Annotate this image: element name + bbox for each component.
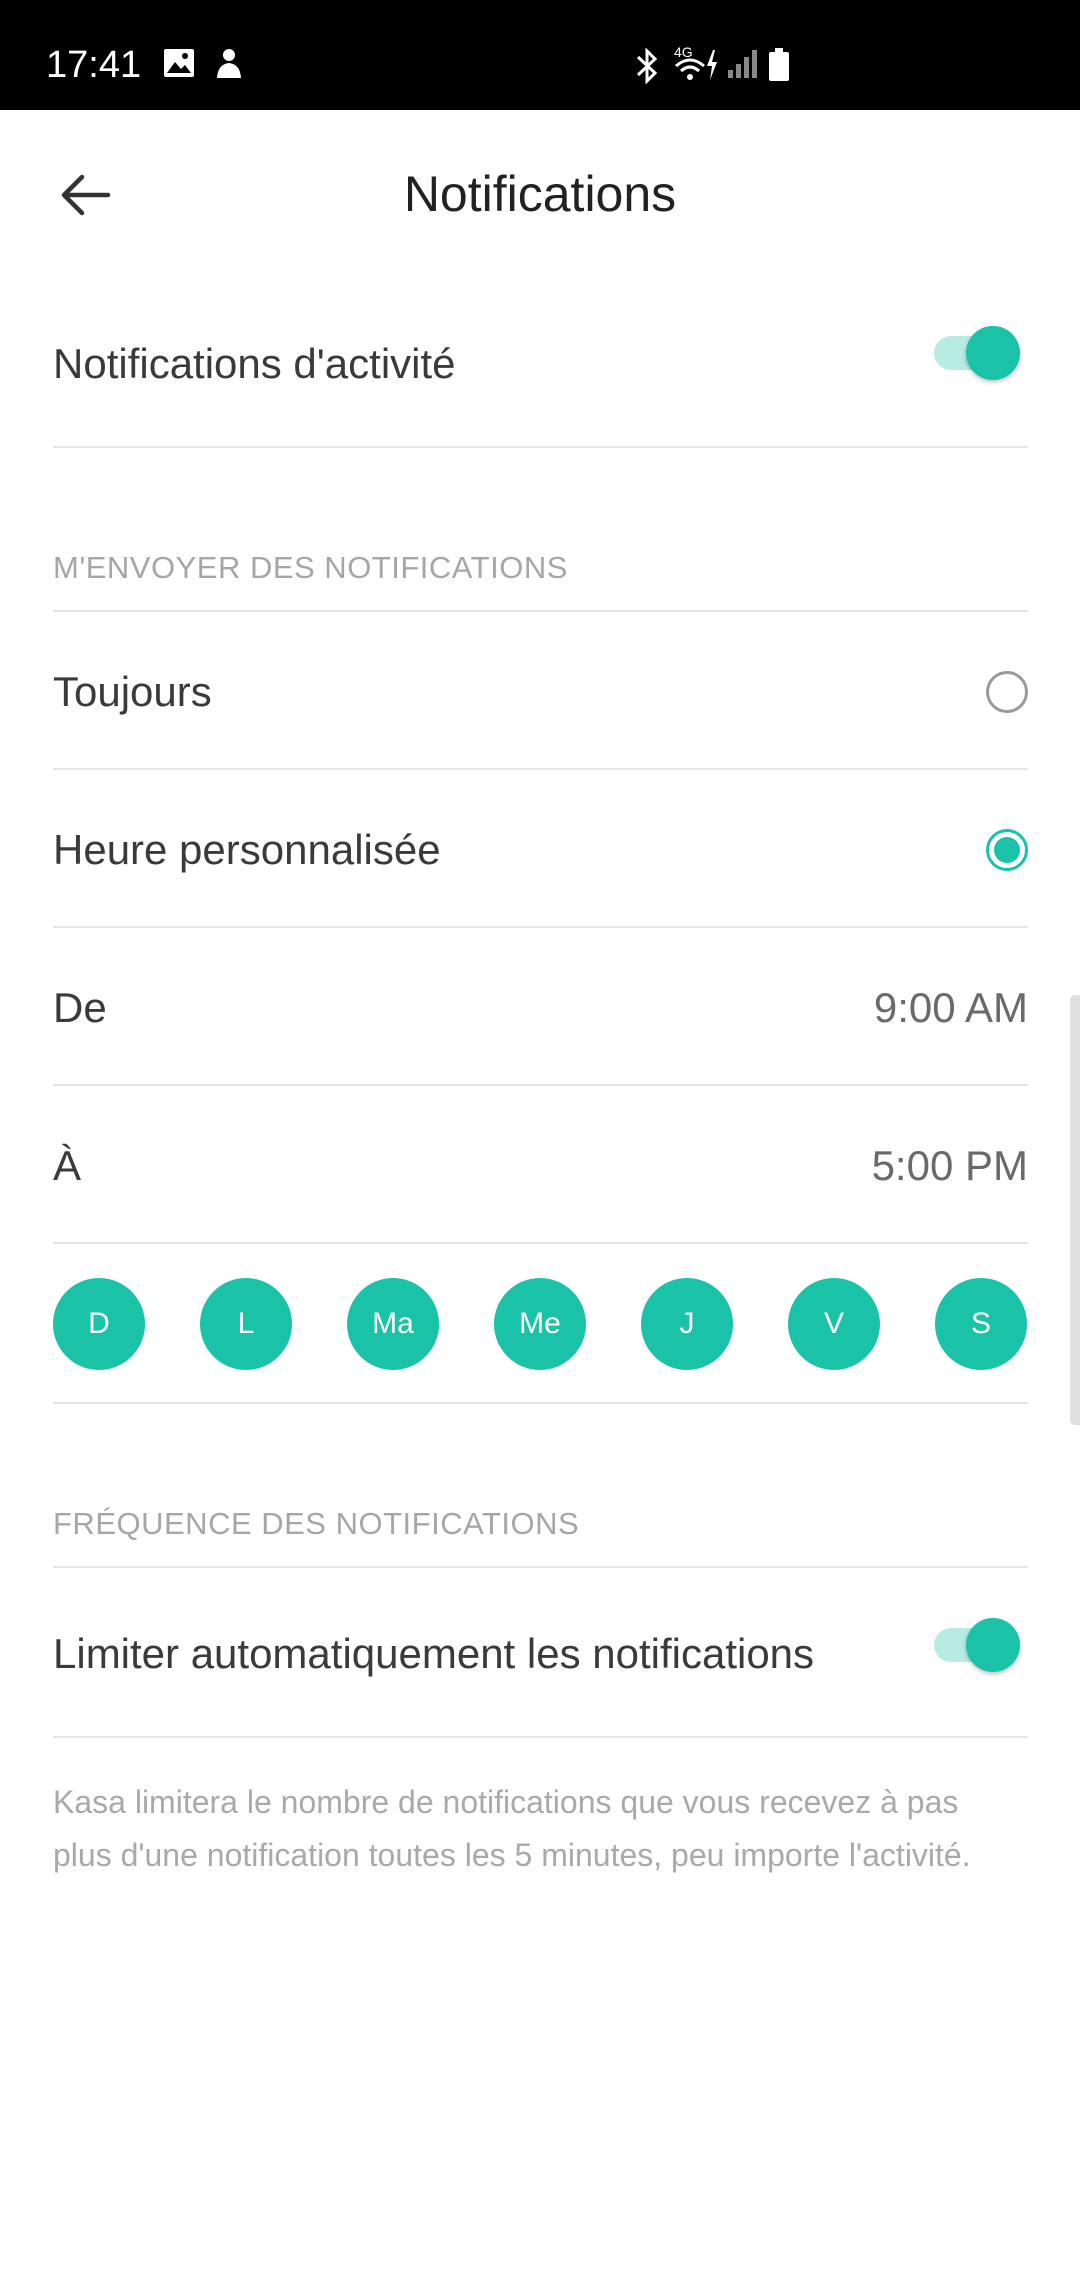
option-always-row[interactable]: Toujours xyxy=(53,612,1028,770)
scrollbar[interactable] xyxy=(1070,995,1080,1425)
status-time: 17:41 xyxy=(46,44,142,86)
option-custom-time-label: Heure personnalisée xyxy=(53,826,441,873)
assistant-icon xyxy=(214,48,244,85)
app-bar: Notifications xyxy=(0,110,1080,280)
toggle-knob xyxy=(966,1618,1020,1672)
from-time-row[interactable]: De 9:00 AM xyxy=(53,928,1028,1086)
option-custom-time-radio[interactable] xyxy=(986,829,1028,871)
day-button-monday[interactable]: L xyxy=(200,1278,292,1370)
status-bar: 17:41 4G xyxy=(0,0,1080,110)
day-button-sunday[interactable]: D xyxy=(53,1278,145,1370)
day-button-saturday[interactable]: S xyxy=(935,1278,1027,1370)
network-type-label: 4G xyxy=(674,44,693,60)
signal-icon xyxy=(726,48,760,85)
limit-notifications-note: Kasa limitera le nombre de notifications… xyxy=(53,1784,971,1873)
divider xyxy=(53,1402,1028,1404)
to-label: À xyxy=(53,1142,82,1189)
toggle-knob xyxy=(966,326,1020,380)
activity-notifications-toggle[interactable] xyxy=(934,326,1020,382)
battery-icon xyxy=(768,48,790,87)
from-label: De xyxy=(53,984,107,1031)
day-button-wednesday[interactable]: Me xyxy=(494,1278,586,1370)
to-time-value[interactable]: 5:00 PM xyxy=(872,1142,1028,1190)
bluetooth-icon xyxy=(632,47,662,89)
activity-notifications-row[interactable]: Notifications d'activité xyxy=(53,296,1028,448)
days-selector: D L Ma Me J V S xyxy=(53,1278,1028,1370)
limit-notifications-label: Limiter automatiquement les notification… xyxy=(53,1630,815,1677)
option-always-radio[interactable] xyxy=(986,671,1028,713)
page-title: Notifications xyxy=(403,166,677,222)
limit-notifications-toggle[interactable] xyxy=(934,1618,1020,1674)
frequency-heading: FRÉQUENCE DES NOTIFICATIONS xyxy=(53,1506,580,1541)
gallery-icon xyxy=(163,48,195,83)
day-button-thursday[interactable]: J xyxy=(641,1278,733,1370)
option-always-label: Toujours xyxy=(53,668,212,715)
to-time-row[interactable]: À 5:00 PM xyxy=(53,1086,1028,1244)
charging-icon xyxy=(704,48,720,87)
activity-notifications-label: Notifications d'activité xyxy=(53,340,456,387)
send-notifications-heading: M'ENVOYER DES NOTIFICATIONS xyxy=(53,550,568,585)
day-button-friday[interactable]: V xyxy=(788,1278,880,1370)
limit-notifications-row[interactable]: Limiter automatiquement les notification… xyxy=(53,1568,1028,1738)
from-time-value[interactable]: 9:00 AM xyxy=(874,984,1028,1032)
option-custom-time-row[interactable]: Heure personnalisée xyxy=(53,770,1028,928)
day-button-tuesday[interactable]: Ma xyxy=(347,1278,439,1370)
